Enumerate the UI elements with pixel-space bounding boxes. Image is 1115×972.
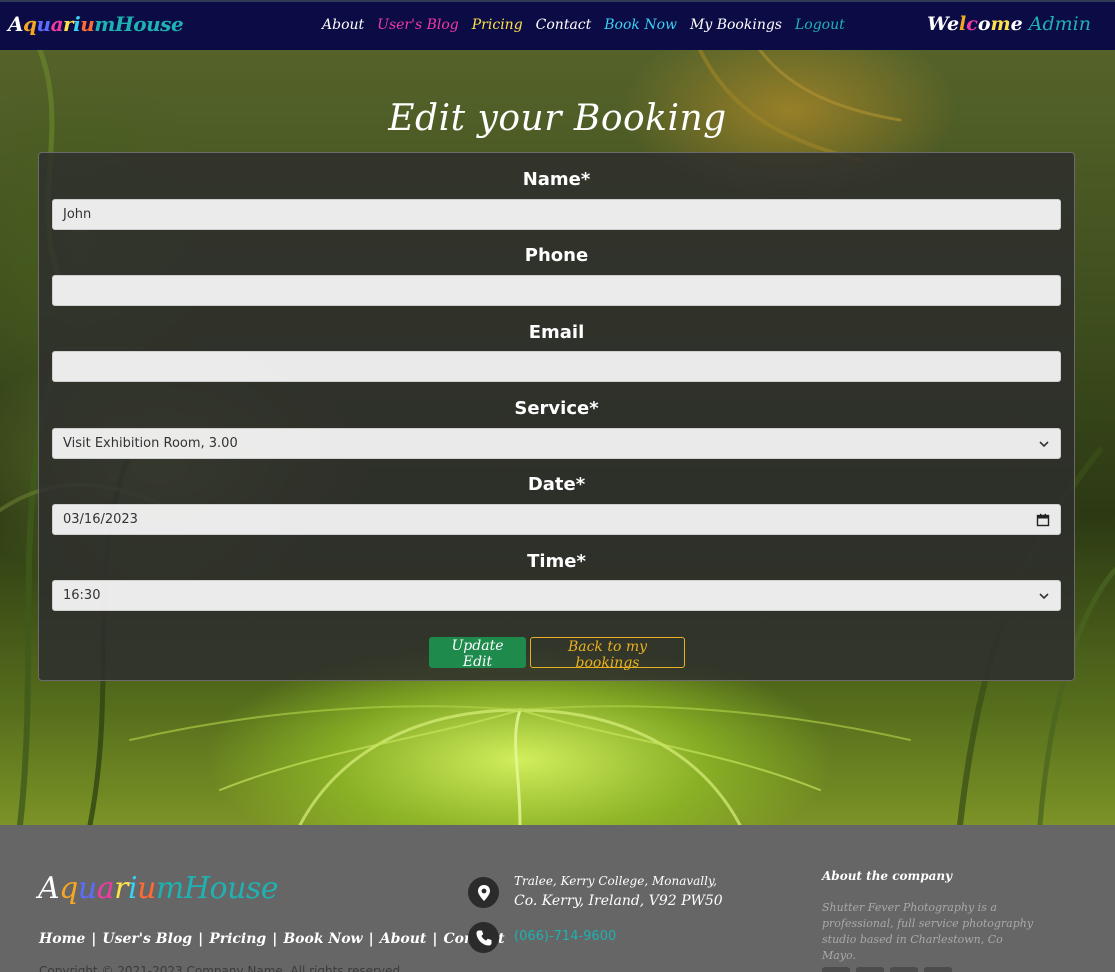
company-address: Tralee, Kerry College, Monavally, Co. Ke… [514, 874, 723, 909]
footer-separator: | [91, 931, 97, 947]
footer-separator: | [272, 931, 278, 947]
welcome-letter: o [977, 13, 991, 35]
time-selected-value: 16:30 [63, 588, 101, 603]
location-pin-icon [468, 877, 499, 908]
brand-letter: m [155, 871, 184, 906]
name-input-value: John [63, 207, 92, 222]
welcome-letter: W [927, 13, 947, 35]
welcome-username: Admin [1028, 13, 1091, 35]
chevron-down-icon [1039, 440, 1049, 447]
footer-link-users-blog[interactable]: User's Blog [102, 931, 192, 947]
social-icon[interactable] [890, 967, 918, 972]
brand-letter: r [114, 871, 128, 906]
brand-suffix: House [183, 871, 279, 906]
date-input[interactable]: 03/16/2023 [52, 504, 1061, 535]
name-input[interactable]: John [52, 199, 1061, 230]
time-select[interactable]: 16:30 [52, 580, 1061, 611]
welcome-text: Welcome [927, 13, 1023, 35]
brand-letter: i [127, 871, 138, 906]
phone-number-link[interactable]: (066)-714-9600 [514, 929, 616, 944]
nav-links: About User's Blog Pricing Contact Book N… [322, 17, 845, 33]
welcome-letter: e [946, 13, 960, 35]
brand-letter: u [36, 12, 52, 36]
date-label: Date* [527, 474, 586, 495]
update-edit-button[interactable]: Update Edit [429, 637, 526, 670]
brand-letter: u [80, 12, 95, 36]
nav-link-pricing[interactable]: Pricing [472, 17, 523, 33]
social-links [822, 967, 952, 972]
footer-link-pricing[interactable]: Pricing [209, 931, 266, 947]
chevron-down-icon [1039, 592, 1049, 599]
social-icon[interactable] [856, 967, 884, 972]
phone-icon [468, 922, 499, 953]
about-company-heading: About the company [822, 869, 953, 883]
address-line-2: Co. Kerry, Ireland, V92 PW50 [514, 893, 723, 909]
brand-letter: a [50, 12, 64, 36]
brand-letter: m [94, 12, 115, 36]
edit-booking-form: Name* John Phone Email Service* Visit Ex… [38, 152, 1075, 681]
nav-link-users-blog[interactable]: User's Blog [377, 17, 459, 33]
brand-letter: q [59, 871, 78, 906]
brand-letter: u [137, 871, 156, 906]
footer-link-about[interactable]: About [380, 931, 427, 947]
brand-letter: A [8, 12, 24, 36]
navbar: AquariumHouse About User's Blog Pricing … [0, 0, 1115, 50]
footer: AquariumHouse Home | User's Blog | Prici… [0, 825, 1115, 972]
footer-brand-logo[interactable]: AquariumHouse [38, 871, 279, 906]
address-line-1: Tralee, Kerry College, Monavally, [514, 874, 717, 888]
footer-link-home[interactable]: Home [39, 931, 85, 947]
nav-link-my-bookings[interactable]: My Bookings [690, 17, 782, 33]
footer-link-book-now[interactable]: Book Now [283, 931, 362, 947]
time-label: Time* [527, 551, 586, 572]
page-title: Edit your Booking [388, 98, 727, 139]
brand-letter: A [38, 871, 60, 906]
date-input-value: 03/16/2023 [63, 512, 138, 527]
nav-link-contact[interactable]: Contact [536, 17, 592, 33]
calendar-icon[interactable] [1036, 513, 1050, 527]
nav-link-about[interactable]: About [322, 17, 364, 33]
copyright-text: Copyright © 2021-2023 Company Name. All … [39, 964, 404, 972]
phone-label: Phone [524, 245, 589, 266]
welcome-letter: m [990, 13, 1011, 35]
brand-logo[interactable]: AquariumHouse [8, 12, 184, 36]
footer-separator: | [432, 931, 438, 947]
email-input[interactable] [52, 351, 1061, 382]
service-label: Service* [514, 398, 599, 419]
email-label: Email [528, 322, 585, 343]
service-selected-value: Visit Exhibition Room, 3.00 [63, 436, 238, 451]
social-icon[interactable] [924, 967, 952, 972]
brand-suffix: House [114, 12, 184, 36]
welcome-message: Welcome Admin [927, 13, 1091, 35]
welcome-letter: c [966, 13, 978, 35]
brand-letter: a [96, 871, 115, 906]
brand-letter: u [77, 871, 97, 906]
brand-letter: q [23, 12, 37, 36]
footer-links: Home | User's Blog | Pricing | Book Now … [39, 931, 505, 947]
social-icon[interactable] [822, 967, 850, 972]
footer-separator: | [368, 931, 374, 947]
back-to-bookings-button[interactable]: Back to my bookings [530, 637, 685, 671]
phone-input[interactable] [52, 275, 1061, 306]
about-company-text: Shutter Fever Photography is a professio… [822, 901, 1034, 962]
welcome-letter: e [1010, 13, 1023, 35]
service-select[interactable]: Visit Exhibition Room, 3.00 [52, 428, 1061, 459]
footer-separator: | [198, 931, 204, 947]
name-label: Name* [522, 169, 591, 190]
brand-letter: r [63, 12, 74, 36]
nav-link-logout[interactable]: Logout [795, 17, 845, 33]
nav-link-book-now[interactable]: Book Now [604, 17, 677, 33]
